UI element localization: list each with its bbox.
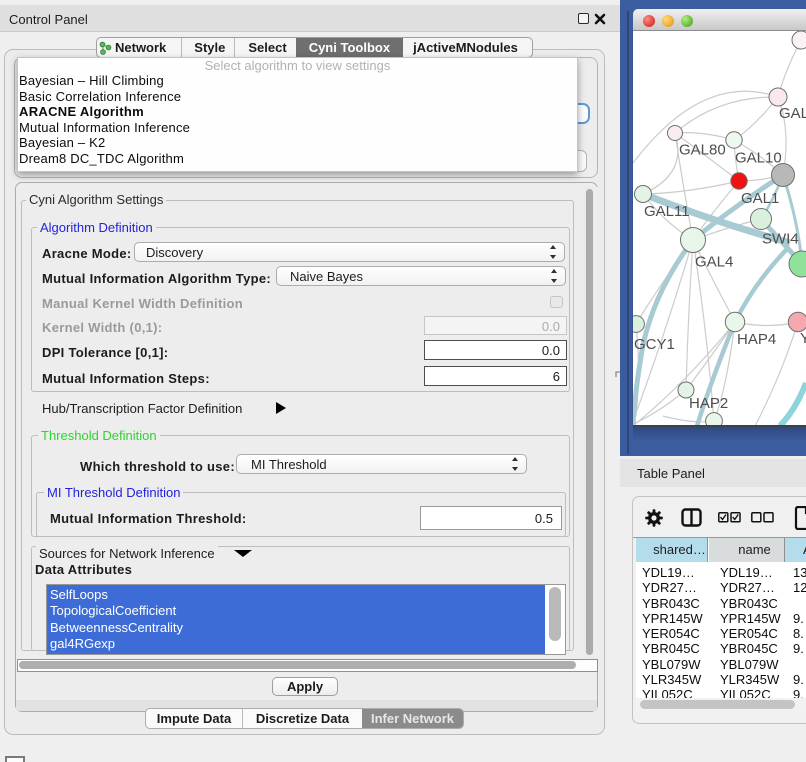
svg-text:GAL1: GAL1: [741, 190, 779, 207]
svg-text:GCY1: GCY1: [634, 336, 675, 353]
svg-text:GAL10: GAL10: [735, 150, 782, 167]
svg-text:HAP2: HAP2: [689, 395, 728, 412]
svg-text:HAP4: HAP4: [737, 331, 776, 348]
svg-text:SWI4: SWI4: [762, 231, 799, 248]
svg-text:GAL4: GAL4: [695, 254, 733, 271]
svg-text:GAL7: GAL7: [779, 105, 806, 122]
svg-text:Y: Y: [800, 330, 806, 347]
svg-text:GAL80: GAL80: [679, 142, 726, 159]
svg-text:GAL11: GAL11: [644, 203, 690, 220]
